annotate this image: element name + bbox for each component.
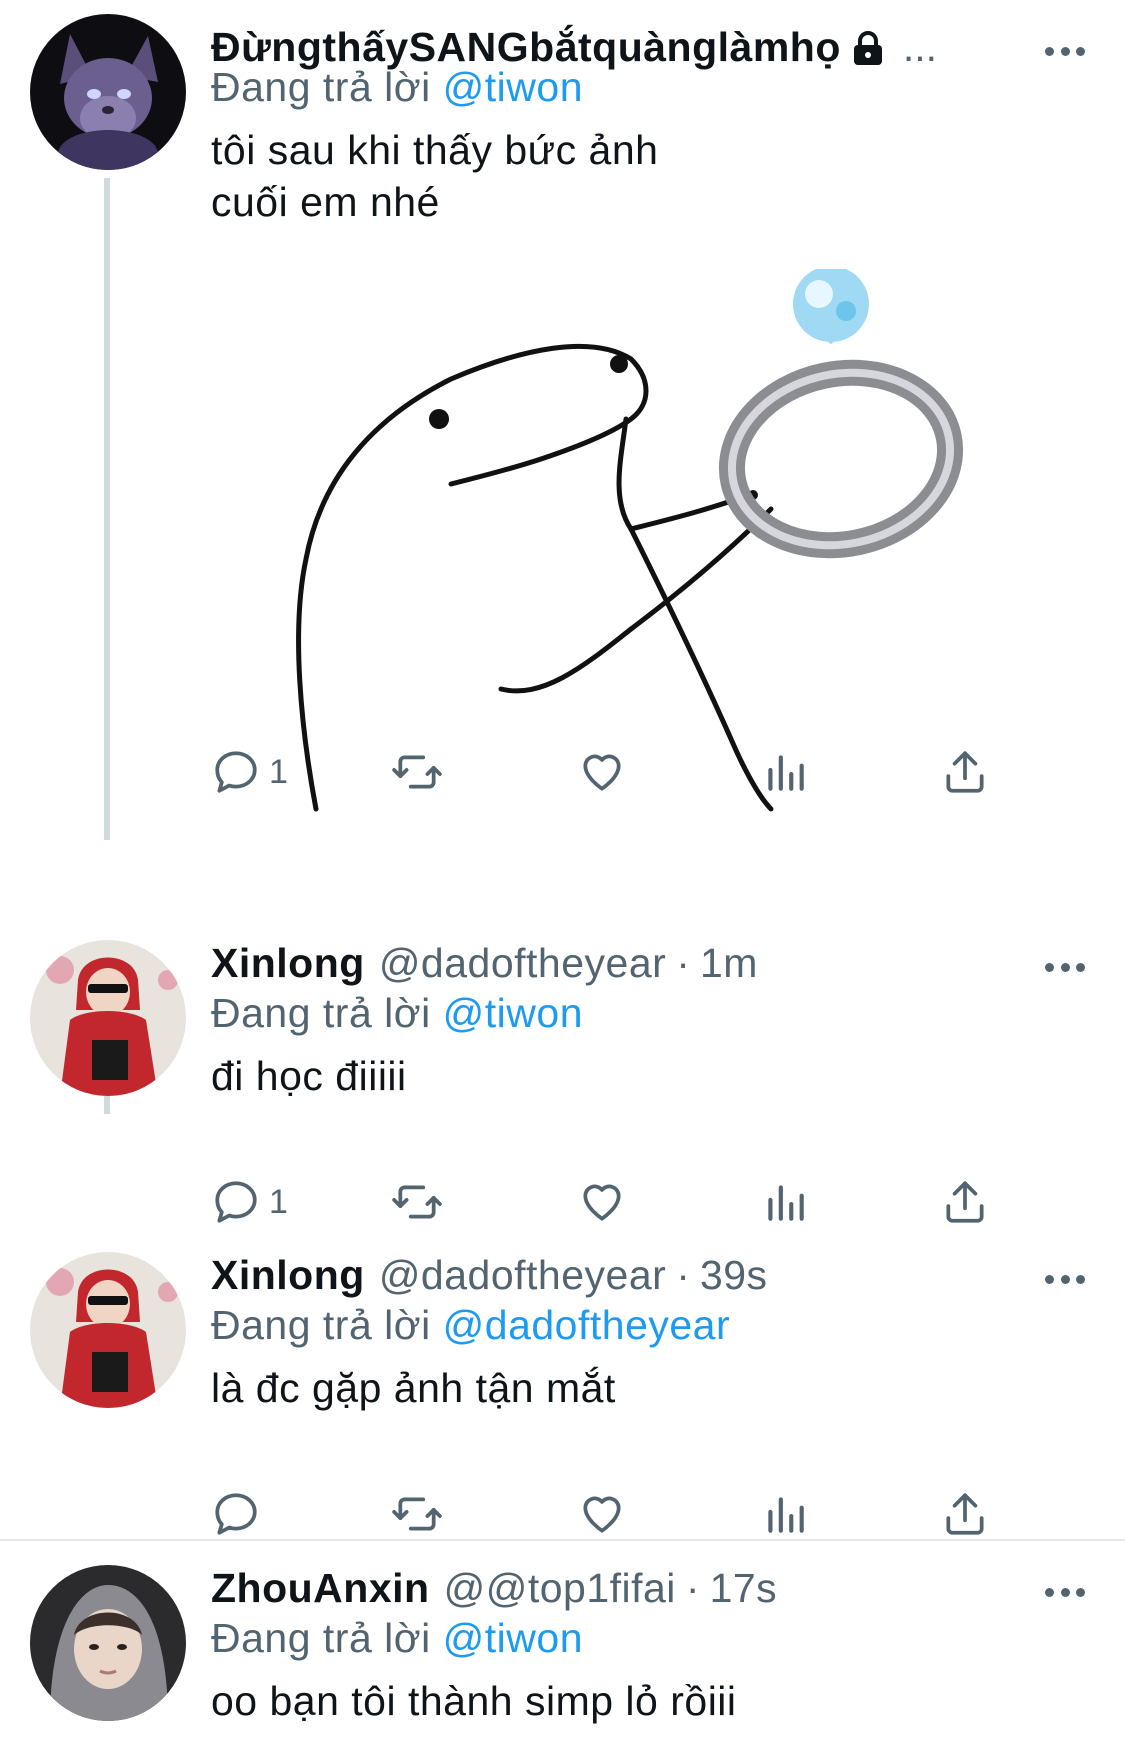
display-name[interactable]: Xinlong (211, 940, 365, 987)
analytics-icon (768, 755, 804, 791)
reply-icon (215, 751, 257, 793)
display-name[interactable]: ZhouAnxin (211, 1565, 430, 1612)
views-button[interactable] (760, 742, 810, 802)
reply-button[interactable] (211, 1484, 269, 1544)
tweet-header: Xinlong @dadoftheyear · 1m (211, 940, 758, 990)
person-grey-hood-icon (30, 1565, 186, 1721)
replying-to: Đang trả lời @tiwon (211, 1615, 583, 1662)
tweet-1[interactable]: ĐừngthấySANGbắtquànglàmhọ ... Đang trả l… (0, 14, 1125, 874)
retweet-icon (392, 1497, 442, 1531)
name-overflow: ... (902, 24, 938, 70)
reply-prefix: Đang trả lời (211, 1302, 431, 1348)
tweet-actions: 1 (0, 742, 1125, 802)
share-icon (946, 751, 984, 793)
tweet-actions: 1 (0, 1172, 1125, 1232)
dark-wolf-character-icon (30, 14, 186, 170)
heart-icon (583, 1496, 621, 1533)
reply-prefix: Đang trả lời (211, 990, 431, 1036)
more-options-button[interactable] (1045, 1587, 1085, 1597)
thread-divider (0, 1539, 1125, 1541)
person-red-hoodie-icon (30, 940, 186, 1096)
reply-count: 1 (269, 1182, 288, 1221)
tweet-text: tôi sau khi thấy bức ảnh cuối em nhé (211, 127, 659, 225)
user-handle[interactable]: @@top1fifai (444, 1565, 676, 1612)
reply-mention-link[interactable]: @tiwon (443, 1615, 583, 1661)
tweet-3[interactable]: Xinlong @dadoftheyear · 39s Đang trả lời… (0, 1252, 1125, 1552)
tweet-header: ZhouAnxin @@top1fifai · 17s (211, 1565, 777, 1615)
avatar[interactable] (30, 1252, 186, 1408)
share-button[interactable] (940, 1172, 990, 1232)
like-button[interactable] (577, 1172, 627, 1232)
tweet-text: là đc gặp ảnh tận mắt (211, 1365, 616, 1411)
retweet-button[interactable] (392, 1484, 442, 1544)
timestamp[interactable]: 17s (710, 1565, 778, 1612)
retweet-button[interactable] (392, 1172, 442, 1232)
reply-count: 1 (269, 752, 288, 791)
tweet-4[interactable]: ZhouAnxin @@top1fifai · 17s Đang trả lời… (0, 1565, 1125, 1758)
more-options-button[interactable] (1045, 1274, 1085, 1284)
heart-icon (583, 1184, 621, 1221)
reply-mention-link[interactable]: @tiwon (443, 990, 583, 1036)
replying-to: Đang trả lời @dadoftheyear (211, 1302, 730, 1349)
tweet-2[interactable]: Xinlong @dadoftheyear · 1m Đang trả lời … (0, 940, 1125, 1240)
separator-dot: · (676, 1252, 690, 1298)
share-button[interactable] (940, 1484, 990, 1544)
share-button[interactable] (940, 742, 990, 802)
user-handle[interactable]: @dadoftheyear (379, 940, 666, 987)
tweet-text: oo bạn tôi thành simp lỏ rồiii (211, 1678, 737, 1724)
share-icon (946, 1181, 984, 1223)
heart-icon (583, 754, 621, 791)
like-button[interactable] (577, 742, 627, 802)
share-icon (946, 1493, 984, 1535)
retweet-icon (392, 1185, 442, 1219)
display-name[interactable]: Xinlong (211, 1252, 365, 1299)
more-options-button[interactable] (1045, 962, 1085, 972)
views-button[interactable] (760, 1172, 810, 1232)
replying-to: Đang trả lời @tiwon (211, 990, 583, 1037)
timestamp[interactable]: 1m (700, 940, 758, 987)
separator-dot: · (676, 940, 690, 986)
more-options-button[interactable] (1045, 46, 1085, 56)
like-button[interactable] (577, 1484, 627, 1544)
lock-icon (853, 31, 882, 65)
tweet-header: Xinlong @dadoftheyear · 39s (211, 1252, 768, 1302)
reply-icon (215, 1181, 257, 1223)
replying-to: Đang trả lời @tiwon (211, 64, 583, 111)
blob-holding-ring-meme (296, 266, 964, 812)
reply-button[interactable]: 1 (211, 742, 288, 802)
avatar[interactable] (30, 1565, 186, 1721)
retweet-button[interactable] (392, 742, 442, 802)
avatar[interactable] (30, 14, 186, 170)
views-button[interactable] (760, 1484, 810, 1544)
retweet-icon (392, 755, 442, 789)
reply-icon (215, 1493, 257, 1535)
analytics-icon (768, 1497, 804, 1533)
reply-prefix: Đang trả lời (211, 64, 431, 110)
analytics-icon (768, 1185, 804, 1221)
tweet-actions (0, 1484, 1125, 1544)
avatar[interactable] (30, 940, 186, 1096)
user-handle[interactable]: @dadoftheyear (379, 1252, 666, 1299)
reply-button[interactable]: 1 (211, 1172, 288, 1232)
timestamp[interactable]: 39s (700, 1252, 768, 1299)
reply-mention-link[interactable]: @dadoftheyear (443, 1302, 730, 1348)
reply-mention-link[interactable]: @tiwon (443, 64, 583, 110)
separator-dot: · (685, 1565, 700, 1611)
reply-prefix: Đang trả lời (211, 1615, 431, 1661)
tweet-media[interactable] (211, 266, 1011, 819)
person-red-hoodie-icon (30, 1252, 186, 1408)
tweet-text: đi học điiiii (211, 1053, 407, 1099)
